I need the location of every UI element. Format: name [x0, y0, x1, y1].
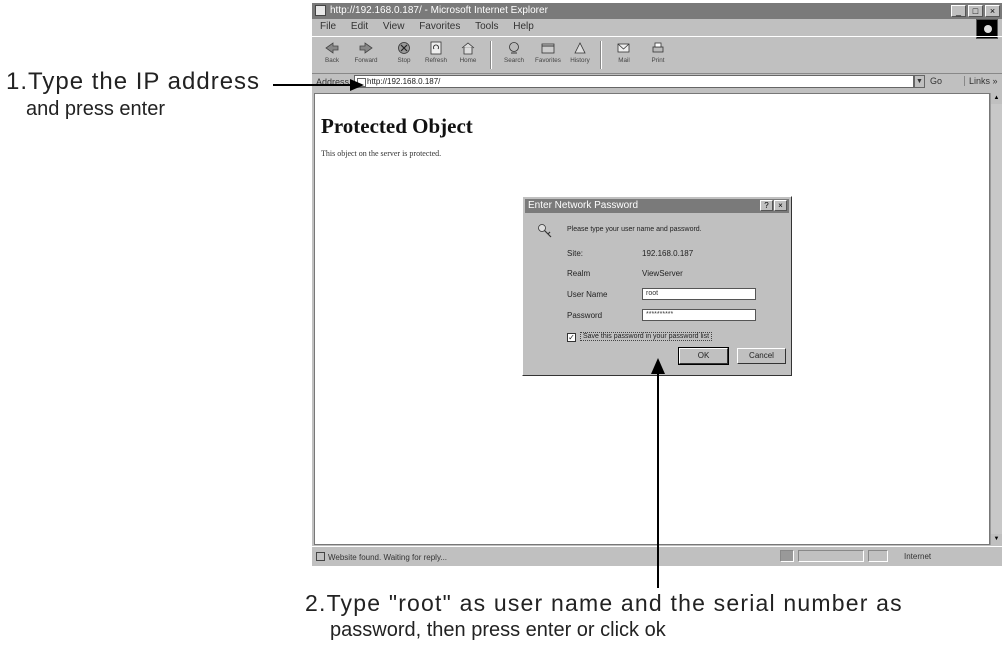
- back-label: Back: [324, 57, 340, 64]
- favorites-icon: [541, 43, 555, 54]
- user-name-label: User Name: [567, 290, 608, 299]
- minimize-button[interactable]: _: [951, 5, 966, 17]
- history-label: History: [570, 57, 590, 64]
- site-label: Site:: [567, 249, 584, 258]
- realm-label: Realm: [567, 269, 591, 278]
- scroll-up-icon[interactable]: ▲: [991, 93, 1002, 104]
- realm-value: ViewServer: [642, 269, 683, 278]
- progress-indicator: [780, 550, 794, 562]
- home-label: Home: [459, 57, 477, 64]
- step1-instruction: 1.Type the IP address: [6, 68, 261, 95]
- refresh-icon: [430, 41, 442, 55]
- menu-help[interactable]: Help: [513, 21, 534, 32]
- page-heading: Protected Object: [321, 114, 473, 138]
- mail-label: Mail: [618, 57, 630, 64]
- mail-button[interactable]: Mail: [608, 39, 640, 71]
- menu-bar: File Edit View Favorites Tools Help: [312, 20, 1002, 34]
- vertical-scrollbar[interactable]: ▲ ▼: [990, 93, 1002, 545]
- dialog-title-bar: Enter Network Password ? ×: [525, 199, 789, 213]
- stop-button[interactable]: Stop: [388, 39, 420, 71]
- back-button[interactable]: Back: [316, 39, 348, 71]
- password-input[interactable]: **********: [642, 309, 756, 321]
- save-password-checkbox[interactable]: ✓: [567, 333, 576, 342]
- maximize-button[interactable]: □: [968, 5, 983, 17]
- save-password-label[interactable]: Save this password in your password list: [580, 332, 713, 341]
- status-bar: Website found. Waiting for reply... Inte…: [312, 546, 1002, 565]
- security-zone: Internet: [904, 552, 932, 561]
- close-button[interactable]: ×: [985, 5, 1000, 17]
- history-icon: [574, 42, 586, 54]
- page-message: This object on the server is protected.: [321, 149, 442, 158]
- menu-favorites[interactable]: Favorites: [419, 21, 460, 32]
- site-value: 192.168.0.187: [642, 249, 694, 258]
- search-icon: [509, 42, 519, 54]
- menu-edit[interactable]: Edit: [351, 21, 368, 32]
- key-icon: [538, 224, 552, 238]
- menu-tools[interactable]: Tools: [475, 21, 498, 32]
- dialog-help-button[interactable]: ?: [760, 200, 773, 211]
- links-button[interactable]: Links »: [964, 76, 998, 86]
- forward-button[interactable]: Forward: [350, 39, 382, 71]
- address-bar: Address http://192.168.0.187/ ▼ Go Links…: [312, 73, 1002, 91]
- stop-label: Stop: [397, 57, 411, 64]
- stop-icon: [398, 42, 410, 54]
- step2-instruction-continued: password, then press enter or click ok: [330, 619, 666, 641]
- dialog-close-button[interactable]: ×: [774, 200, 787, 211]
- print-icon: [652, 42, 664, 53]
- search-button[interactable]: Search: [498, 39, 530, 71]
- mail-icon: [617, 43, 630, 53]
- home-button[interactable]: Home: [452, 39, 484, 71]
- network-password-dialog: Enter Network Password ? × Please type y…: [522, 196, 792, 376]
- status-panel: [798, 550, 864, 562]
- menu-view[interactable]: View: [383, 21, 405, 32]
- home-icon: [461, 42, 475, 55]
- dialog-prompt: Please type your user name and password.: [567, 226, 702, 233]
- refresh-label: Refresh: [424, 57, 448, 64]
- step1-instruction-continued: and press enter: [26, 98, 165, 120]
- address-label: Address: [316, 77, 350, 87]
- search-label: Search: [504, 57, 524, 64]
- dialog-title: Enter Network Password: [528, 200, 639, 211]
- cancel-button[interactable]: Cancel: [737, 348, 786, 364]
- go-button[interactable]: Go: [930, 76, 942, 86]
- back-arrow-icon: [325, 42, 339, 54]
- scroll-down-icon[interactable]: ▼: [991, 534, 1002, 545]
- status-text: Website found. Waiting for reply...: [316, 552, 447, 562]
- history-button[interactable]: History: [564, 39, 596, 71]
- print-button[interactable]: Print: [642, 39, 674, 71]
- refresh-button[interactable]: Refresh: [420, 39, 452, 71]
- address-input[interactable]: http://192.168.0.187/: [354, 75, 914, 88]
- forward-label: Forward: [354, 57, 378, 64]
- toolbar: Back Forward Stop Refresh Home Search Fa…: [312, 36, 1002, 74]
- ie-icon: [315, 5, 326, 16]
- print-label: Print: [651, 57, 665, 64]
- password-label: Password: [567, 311, 603, 320]
- window-title: http://192.168.0.187/ - Microsoft Intern…: [330, 5, 548, 16]
- menu-file[interactable]: File: [320, 21, 336, 32]
- status-panel-small: [868, 550, 888, 562]
- title-bar: http://192.168.0.187/ - Microsoft Intern…: [312, 3, 1002, 19]
- favorites-label: Favorites: [535, 57, 561, 64]
- address-dropdown-button[interactable]: ▼: [914, 75, 925, 88]
- user-name-input[interactable]: root: [642, 288, 756, 300]
- step2-instruction: 2.Type "root" as user name and the seria…: [305, 590, 903, 616]
- favorites-button[interactable]: Favorites: [532, 39, 564, 71]
- forward-arrow-icon: [359, 42, 373, 54]
- ok-button[interactable]: OK: [678, 347, 729, 365]
